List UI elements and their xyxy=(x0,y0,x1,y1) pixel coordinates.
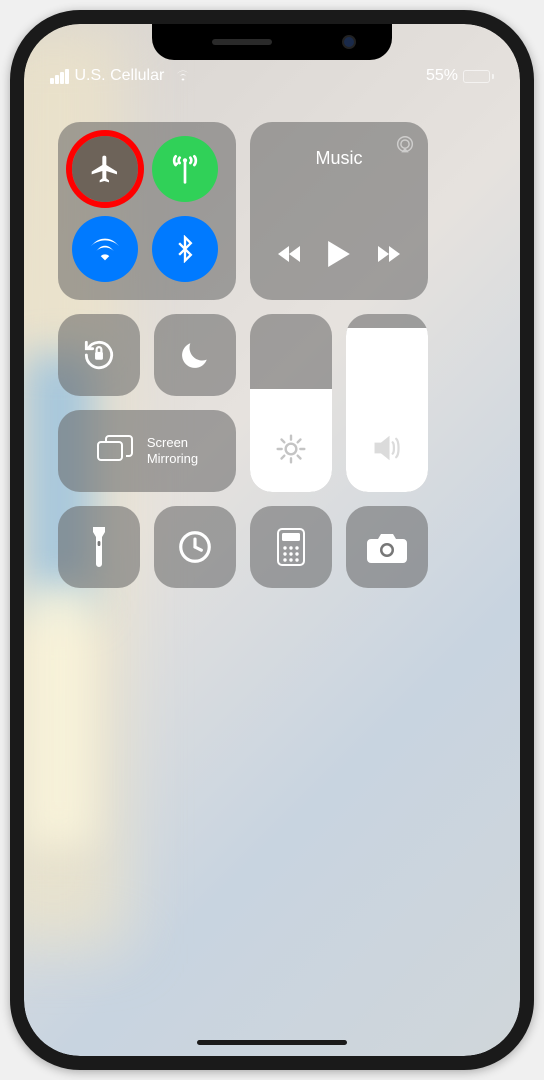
flashlight-button[interactable] xyxy=(58,506,140,588)
front-camera xyxy=(342,35,356,49)
bluetooth-icon xyxy=(171,235,199,263)
home-indicator[interactable] xyxy=(197,1040,347,1045)
calculator-button[interactable] xyxy=(250,506,332,588)
airplane-icon xyxy=(89,153,121,185)
brightness-slider[interactable] xyxy=(250,314,332,492)
screen-mirroring-label: Screen Mirroring xyxy=(147,435,198,468)
moon-icon xyxy=(178,338,212,372)
camera-button[interactable] xyxy=(346,506,428,588)
battery-icon xyxy=(463,70,494,83)
orientation-lock-icon xyxy=(80,336,118,374)
bluetooth-toggle[interactable] xyxy=(152,216,218,282)
flashlight-icon xyxy=(90,527,108,567)
row-2: Screen Mirroring xyxy=(58,314,486,492)
next-track-button[interactable] xyxy=(376,244,400,269)
volume-icon xyxy=(370,431,404,470)
row-3 xyxy=(58,506,486,588)
calculator-icon xyxy=(277,528,305,566)
orientation-lock-toggle[interactable] xyxy=(58,314,140,396)
row-1: Music xyxy=(58,122,486,300)
camera-icon xyxy=(367,531,407,563)
play-button[interactable] xyxy=(328,241,350,272)
battery-pct-label: 55% xyxy=(426,67,458,85)
carrier-label: U.S. Cellular xyxy=(75,67,165,85)
screen-mirroring-icon xyxy=(96,434,134,469)
wifi-toggle[interactable] xyxy=(72,216,138,282)
brightness-icon xyxy=(275,433,307,470)
signal-bars-icon xyxy=(50,69,69,84)
status-left: U.S. Cellular xyxy=(50,67,192,86)
media-controls xyxy=(278,241,400,272)
cellular-icon xyxy=(169,153,201,185)
timer-icon xyxy=(176,528,214,566)
airplane-mode-toggle[interactable] xyxy=(72,136,138,202)
connectivity-module[interactable] xyxy=(58,122,236,300)
device-frame: U.S. Cellular 55% xyxy=(10,10,534,1070)
timer-button[interactable] xyxy=(154,506,236,588)
do-not-disturb-toggle[interactable] xyxy=(154,314,236,396)
previous-track-button[interactable] xyxy=(278,244,302,269)
media-module[interactable]: Music xyxy=(250,122,428,300)
control-center: Music xyxy=(24,92,520,588)
notch xyxy=(152,24,392,60)
wifi-icon xyxy=(88,232,122,266)
media-title: Music xyxy=(315,148,362,169)
volume-slider[interactable] xyxy=(346,314,428,492)
speaker-grille xyxy=(212,39,272,45)
screen: U.S. Cellular 55% xyxy=(24,24,520,1056)
airplay-icon[interactable] xyxy=(394,134,416,161)
screen-mirroring-button[interactable]: Screen Mirroring xyxy=(58,410,236,492)
cellular-data-toggle[interactable] xyxy=(152,136,218,202)
wifi-icon xyxy=(174,67,192,86)
status-right: 55% xyxy=(426,67,494,85)
